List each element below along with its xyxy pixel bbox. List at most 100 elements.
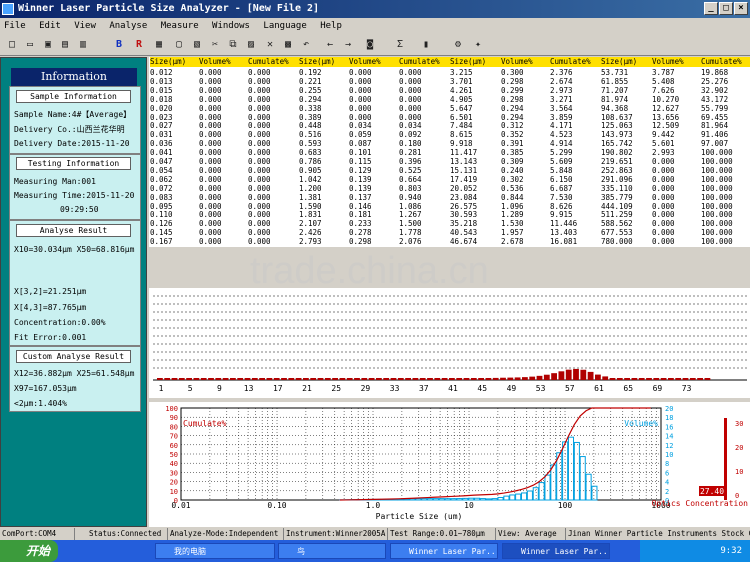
- histogram-bar: [434, 378, 441, 380]
- copy-icon[interactable]: ⧉: [225, 37, 241, 53]
- table-cell: 4.261: [450, 85, 473, 95]
- table-header-cell: Volume%: [349, 57, 399, 67]
- histogram-bar: [631, 378, 638, 380]
- volume-bar: [532, 487, 539, 501]
- properties-icon[interactable]: ▩: [280, 37, 296, 53]
- table-cell: 100.000: [701, 148, 733, 158]
- about-icon[interactable]: ✦: [470, 37, 486, 53]
- histogram-tick-label: 61: [594, 384, 604, 393]
- monitor-icon[interactable]: ▢: [171, 37, 187, 53]
- task-folder[interactable]: 鸟: [278, 543, 386, 559]
- menu-file[interactable]: File: [4, 21, 26, 31]
- copy-window-icon[interactable]: ▦: [151, 37, 167, 53]
- histogram-bar: [536, 375, 543, 380]
- table-cell: 0.000: [199, 130, 222, 140]
- table-cell: 0.000: [248, 85, 271, 95]
- volume-bar: [474, 497, 481, 501]
- arrow-left-icon[interactable]: ←: [322, 37, 338, 53]
- table-cell: 0.020: [150, 103, 173, 113]
- sigma-icon[interactable]: Σ: [392, 37, 408, 53]
- table-cell: 100.000: [701, 192, 733, 202]
- table-cell: 3.271: [550, 94, 573, 104]
- cut-icon[interactable]: ✂: [207, 37, 223, 53]
- histogram-bar: [346, 378, 353, 380]
- table-cell: 291.096: [601, 174, 633, 184]
- open-folder-icon[interactable]: ▭: [22, 37, 38, 53]
- menu-view[interactable]: View: [74, 21, 96, 31]
- x-axis-label: Particle Size (um): [376, 512, 463, 521]
- table-cell: 0.000: [248, 68, 271, 77]
- table-cell: 2.793: [299, 237, 322, 247]
- sample-info-section: Sample Information Sample Name:4#【Averag…: [9, 86, 141, 154]
- new-file-icon[interactable]: □: [4, 37, 20, 53]
- concentration-value: Concentration:0.00%: [14, 318, 106, 327]
- table-cell: 0.000: [248, 94, 271, 104]
- table-cell: 43.172: [701, 94, 729, 104]
- print-icon[interactable]: ▤: [57, 37, 73, 53]
- table-cell: 7.484: [450, 121, 473, 131]
- histogram-bar: [668, 378, 674, 380]
- device-icon[interactable]: ▧: [189, 37, 205, 53]
- table-cell: 0.000: [248, 210, 271, 220]
- volume-bar: [485, 498, 492, 501]
- table-cell: 0.062: [150, 174, 173, 184]
- table-cell: 0.000: [652, 228, 675, 238]
- menu-measure[interactable]: Measure: [161, 21, 199, 31]
- status-bar: ComPort:COM4 Status:Connected Analyze-Mo…: [0, 528, 750, 540]
- table-cell: 23.084: [450, 192, 478, 202]
- chart-icon[interactable]: ▮: [418, 37, 434, 53]
- table-cell: 0.000: [199, 165, 222, 175]
- table-cell: 7.626: [652, 85, 675, 95]
- table-cell: 3.787: [652, 68, 675, 77]
- table-cell: 0.385: [501, 148, 524, 158]
- histogram-bar: [638, 378, 645, 380]
- histogram-bar: [689, 378, 696, 380]
- menu-analyse[interactable]: Analyse: [109, 21, 147, 31]
- delete-icon[interactable]: ✕: [262, 37, 278, 53]
- minimize-button[interactable]: _: [704, 2, 718, 15]
- histogram-bar: [164, 378, 171, 380]
- histogram-bar: [171, 378, 178, 380]
- tools-icon[interactable]: ⚙: [450, 37, 466, 53]
- table-cell: 94.368: [601, 103, 629, 113]
- table-cell: 5.299: [550, 148, 573, 158]
- arrow-right-icon[interactable]: →: [340, 37, 356, 53]
- menu-help[interactable]: Help: [320, 21, 342, 31]
- table-cell: 0.054: [150, 165, 173, 175]
- table-cell: 16.081: [550, 237, 578, 247]
- save-icon[interactable]: ▣: [40, 37, 56, 53]
- paste-icon[interactable]: ▨: [243, 37, 259, 53]
- camera-icon[interactable]: ◙: [362, 37, 378, 53]
- volume-bar: [538, 482, 545, 501]
- task-my-computer[interactable]: 我的电脑: [155, 543, 275, 559]
- start-button[interactable]: 开始: [0, 540, 58, 562]
- bold-b-icon[interactable]: B: [111, 37, 127, 53]
- table-cell: 0.000: [199, 68, 222, 77]
- table-cell: 0.000: [199, 192, 222, 202]
- table-cell: 0.299: [501, 85, 524, 95]
- histogram-bar: [514, 377, 521, 380]
- close-button[interactable]: ×: [734, 2, 748, 15]
- testing-info-header: Testing Information: [16, 157, 131, 170]
- table-cell: 0.000: [248, 165, 271, 175]
- preview-icon[interactable]: ▥: [75, 37, 91, 53]
- histogram-tick-label: 25: [331, 384, 341, 393]
- histogram-chart: 1 5 9 13 17 21 25 29 33 37 41 45 49 53 57 61 65 69 73: [149, 288, 750, 398]
- undo-icon[interactable]: ↶: [298, 37, 314, 53]
- table-cell: 1.289: [501, 210, 524, 220]
- menu-windows[interactable]: Windows: [212, 21, 250, 31]
- menu-language[interactable]: Language: [263, 21, 306, 31]
- task-winner-2[interactable]: Winner Laser Par...: [502, 543, 610, 559]
- menu-edit[interactable]: Edit: [39, 21, 61, 31]
- table-cell: 780.000: [601, 237, 633, 247]
- volume-bar: [479, 498, 486, 501]
- custom-analyse-header: Custom Analyse Result: [16, 350, 131, 363]
- volume-bar: [491, 498, 498, 501]
- data-table[interactable]: Size(μm) Volume% Cumulate% Size(μm) Volume% C…: [149, 57, 750, 247]
- table-cell: 0.041: [150, 148, 173, 158]
- table-cell: 0.000: [652, 157, 675, 166]
- task-winner-1[interactable]: Winner Laser Par...: [390, 543, 498, 559]
- report-r-icon[interactable]: R: [131, 37, 147, 53]
- table-cell: 0.905: [299, 165, 322, 175]
- maximize-button[interactable]: □: [719, 2, 733, 15]
